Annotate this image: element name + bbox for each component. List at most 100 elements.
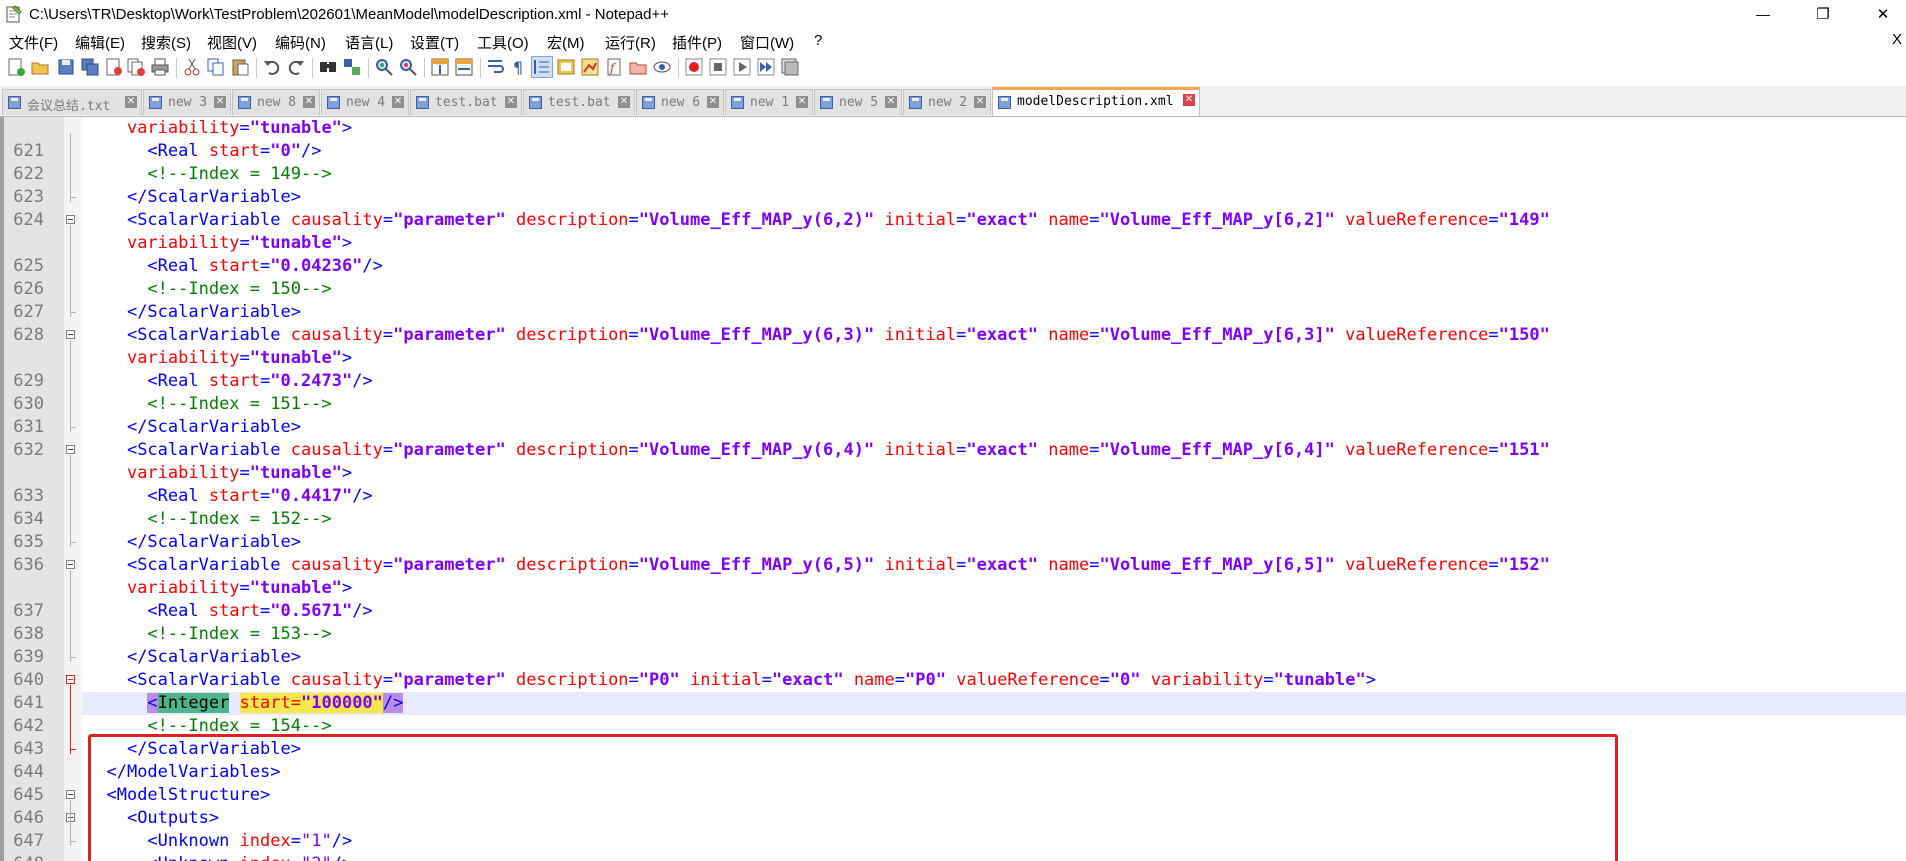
tab-new-6[interactable]: new 6 ✕ (636, 89, 724, 115)
code-line[interactable]: 628 <ScalarVariable causality="parameter… (0, 324, 1906, 347)
fold-toggle-icon[interactable] (66, 445, 75, 454)
tab-new-3[interactable]: new 3 ✕ (143, 89, 231, 115)
word-wrap-icon[interactable] (486, 57, 506, 77)
tab-new-1[interactable]: new 1 ✕ (725, 89, 813, 115)
code-line[interactable]: 631 </ScalarVariable> (0, 416, 1906, 439)
minimize-button[interactable]: — (1740, 0, 1786, 28)
tab-close-icon[interactable]: ✕ (125, 96, 137, 108)
show-all-characters-icon[interactable]: ¶ (508, 57, 528, 77)
restore-button[interactable]: ❐ (1800, 0, 1846, 28)
sync-vertical-icon[interactable] (430, 57, 450, 77)
playback-macro-icon[interactable] (732, 57, 752, 77)
save-icon[interactable] (56, 57, 76, 77)
code-line[interactable]: 630 <!--Index = 151--> (0, 393, 1906, 416)
code-line[interactable]: 632 <ScalarVariable causality="parameter… (0, 439, 1906, 462)
run-macro-multiple-icon[interactable] (756, 57, 776, 77)
close-window-button[interactable]: ✕ (1860, 0, 1906, 28)
menu-file[interactable]: 文件(F) (9, 32, 58, 53)
redo-icon[interactable] (286, 57, 306, 77)
tab-close-icon[interactable]: ✕ (392, 96, 404, 108)
code-line[interactable]: variability="tunable"> (0, 462, 1906, 485)
tab-model-description[interactable]: modelDescription.xml ✕ (992, 87, 1200, 116)
copy-icon[interactable] (206, 57, 226, 77)
code-line[interactable]: 641 <Integer start="100000"/> (13, 692, 1906, 715)
open-file-icon[interactable] (30, 57, 50, 77)
tab-close-icon[interactable]: ✕ (974, 96, 986, 108)
code-line[interactable]: variability="tunable"> (0, 117, 1906, 140)
menu-run[interactable]: 运行(R) (605, 32, 656, 53)
tab-new-2[interactable]: new 2 ✕ (903, 89, 991, 115)
code-line[interactable]: variability="tunable"> (0, 577, 1906, 600)
fold-toggle-icon[interactable] (66, 215, 75, 224)
menu-window[interactable]: 窗口(W) (740, 32, 794, 53)
tab-new-5[interactable]: new 5 ✕ (814, 89, 902, 115)
tab-close-icon[interactable]: ✕ (505, 96, 517, 108)
tab-close-icon[interactable]: ✕ (796, 96, 808, 108)
new-file-icon[interactable] (6, 57, 26, 77)
code-line[interactable]: 624 <ScalarVariable causality="parameter… (0, 209, 1906, 232)
menu-language[interactable]: 语言(L) (345, 32, 393, 53)
code-line[interactable]: 635 </ScalarVariable> (0, 531, 1906, 554)
code-line[interactable]: 633 <Real start="0.4417"/> (0, 485, 1906, 508)
tab-close-icon[interactable]: ✕ (885, 96, 897, 108)
save-macro-icon[interactable] (780, 57, 800, 77)
tab-test-bat-2[interactable]: test.bat ✕ (523, 89, 635, 115)
indent-guide-icon[interactable] (531, 56, 553, 78)
menu-settings[interactable]: 设置(T) (410, 32, 459, 53)
code-line[interactable]: 625 <Real start="0.04236"/> (0, 255, 1906, 278)
close-all-icon[interactable] (126, 57, 146, 77)
tab-close-icon[interactable]: ✕ (618, 96, 630, 108)
code-line[interactable]: 636 <ScalarVariable causality="parameter… (0, 554, 1906, 577)
tab-close-icon[interactable]: ✕ (707, 96, 719, 108)
zoom-in-icon[interactable] (374, 57, 394, 77)
code-line[interactable]: 626 <!--Index = 150--> (0, 278, 1906, 301)
stop-recording-icon[interactable] (708, 57, 728, 77)
menu-help[interactable]: ? (814, 32, 822, 49)
code-line[interactable]: 629 <Real start="0.2473"/> (0, 370, 1906, 393)
paste-icon[interactable] (230, 57, 250, 77)
document-map-icon[interactable] (580, 57, 600, 77)
save-all-icon[interactable] (80, 57, 100, 77)
code-line[interactable]: 634 <!--Index = 152--> (0, 508, 1906, 531)
tab-new-8[interactable]: new 8 ✕ (232, 89, 320, 115)
menu-edit[interactable]: 编辑(E) (75, 32, 125, 53)
undo-icon[interactable] (262, 57, 282, 77)
tab-close-icon[interactable]: ✕ (214, 96, 226, 108)
print-icon[interactable] (150, 57, 170, 77)
menu-search[interactable]: 搜索(S) (141, 32, 191, 53)
tab-close-icon[interactable]: ✕ (303, 96, 315, 108)
tab-meeting-summary[interactable]: 会议总结.txt ✕ (2, 89, 142, 115)
tab-new-4[interactable]: new 4 ✕ (321, 89, 409, 115)
record-macro-icon[interactable] (684, 57, 704, 77)
fold-toggle-icon[interactable] (66, 675, 75, 684)
user-defined-language-icon[interactable] (556, 57, 576, 77)
close-file-icon[interactable] (104, 57, 124, 77)
code-line[interactable]: 627 </ScalarVariable> (0, 301, 1906, 324)
find-icon[interactable] (318, 57, 338, 77)
code-line[interactable]: variability="tunable"> (0, 347, 1906, 370)
cut-icon[interactable] (182, 57, 202, 77)
code-line[interactable]: 638 <!--Index = 153--> (0, 623, 1906, 646)
menu-macro[interactable]: 宏(M) (547, 32, 585, 53)
fold-toggle-icon[interactable] (66, 560, 75, 569)
fold-toggle-icon[interactable] (66, 790, 75, 799)
code-line[interactable]: 640 <ScalarVariable causality="parameter… (0, 669, 1906, 692)
fold-toggle-icon[interactable] (66, 330, 75, 339)
code-line[interactable]: 622 <!--Index = 149--> (0, 163, 1906, 186)
tab-test-bat[interactable]: test.bat ✕ (410, 89, 522, 115)
code-editor[interactable]: variability="tunable"> 621 <Real start="0… (0, 117, 1906, 861)
monitoring-icon[interactable] (652, 57, 672, 77)
menu-plugins[interactable]: 插件(P) (672, 32, 722, 53)
code-line[interactable]: 637 <Real start="0.5671"/> (0, 600, 1906, 623)
sync-horizontal-icon[interactable] (454, 57, 474, 77)
code-line[interactable]: 621 <Real start="0"/> (0, 140, 1906, 163)
menu-view[interactable]: 视图(V) (207, 32, 257, 53)
folder-as-workspace-icon[interactable] (628, 57, 648, 77)
close-document-icon[interactable]: X (1892, 31, 1902, 48)
tab-close-icon[interactable]: ✕ (1183, 94, 1195, 106)
menu-encoding[interactable]: 编码(N) (275, 32, 326, 53)
zoom-out-icon[interactable] (398, 57, 418, 77)
replace-icon[interactable] (342, 57, 362, 77)
code-line[interactable]: variability="tunable"> (0, 232, 1906, 255)
code-line[interactable]: 639 </ScalarVariable> (0, 646, 1906, 669)
